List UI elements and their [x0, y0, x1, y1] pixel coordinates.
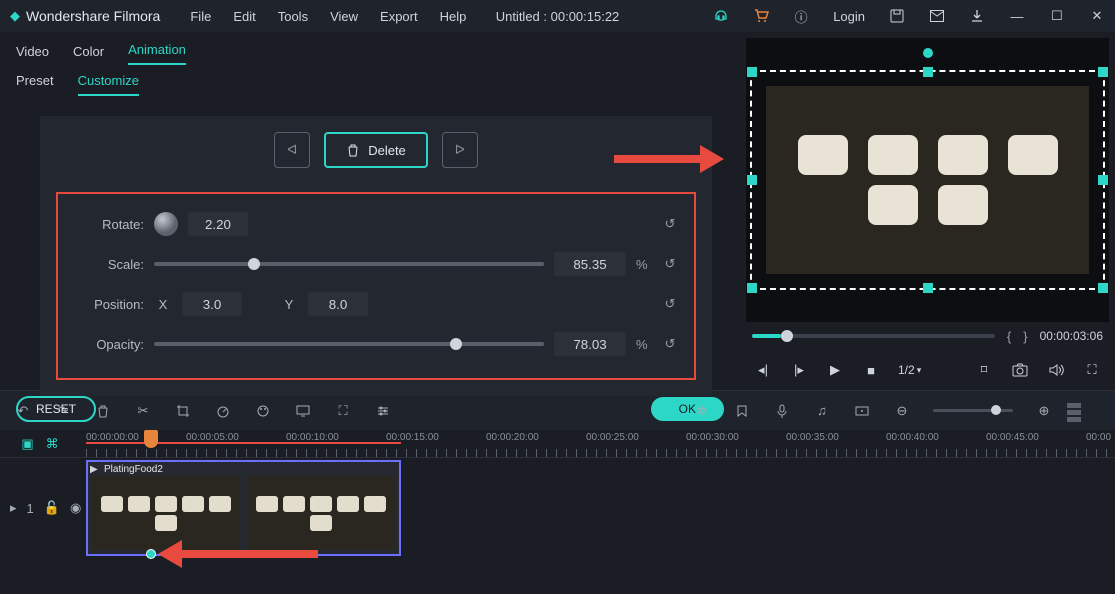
play-backward-icon[interactable]: |▸: [790, 361, 808, 379]
clip-type-icon: ▶: [90, 464, 98, 475]
opacity-reset-icon[interactable]: ↺: [660, 334, 680, 354]
percent-label-2: %: [636, 337, 650, 352]
marker-icon[interactable]: [853, 402, 871, 420]
magnet-icon[interactable]: ⌘: [46, 436, 59, 452]
timeline-ruler[interactable]: 00:00:00:00 00:00:05:00 00:00:10:00 00:0…: [86, 430, 1115, 457]
music-icon[interactable]: ♫: [813, 402, 831, 420]
preview-panel[interactable]: [746, 38, 1109, 322]
annotation-arrow-left: [158, 540, 318, 568]
rotate-input[interactable]: [188, 212, 248, 236]
track-lock-icon[interactable]: 🔓: [44, 500, 60, 516]
opacity-slider[interactable]: [154, 342, 544, 346]
tab-color[interactable]: Color: [73, 44, 104, 65]
expand-icon[interactable]: ⛶: [334, 402, 352, 420]
position-y-input[interactable]: [308, 292, 368, 316]
subtab-preset[interactable]: Preset: [16, 73, 54, 96]
scale-label: Scale:: [72, 257, 144, 272]
x-label: X: [154, 297, 172, 312]
color-icon[interactable]: [254, 402, 272, 420]
delete-button[interactable]: Delete: [324, 132, 428, 168]
brightness-icon[interactable]: ✲: [693, 402, 711, 420]
properties-highlight: Rotate: ↺ Scale: % ↺ Position: X: [56, 192, 696, 380]
track-size-icon[interactable]: [1067, 403, 1081, 423]
cart-icon[interactable]: [753, 8, 769, 24]
play-icon[interactable]: ▶: [826, 361, 844, 379]
menu-export[interactable]: Export: [380, 9, 418, 24]
rotate-knob[interactable]: [154, 212, 178, 236]
position-x-input[interactable]: [182, 292, 242, 316]
current-time: 00:00:03:06: [1040, 329, 1103, 343]
tab-video[interactable]: Video: [16, 44, 49, 65]
close-icon[interactable]: ✕: [1089, 8, 1105, 24]
transform-bounding-box[interactable]: [750, 70, 1105, 290]
progress-slider[interactable]: [752, 334, 995, 338]
rotate-reset-icon[interactable]: ↺: [660, 214, 680, 234]
position-label: Position:: [72, 297, 144, 312]
snapshot-icon[interactable]: [1011, 361, 1029, 379]
undo-icon[interactable]: ↶: [14, 402, 32, 420]
main-menu: File Edit Tools View Export Help: [190, 9, 466, 24]
zoom-slider[interactable]: [933, 409, 1013, 412]
rotate-label: Rotate:: [72, 217, 144, 232]
minimize-icon[interactable]: —: [1009, 8, 1025, 24]
scale-slider[interactable]: [154, 262, 544, 266]
redo-icon[interactable]: ↷: [54, 402, 72, 420]
subtab-customize[interactable]: Customize: [78, 73, 139, 96]
speed-icon[interactable]: [214, 402, 232, 420]
track-visibility-icon[interactable]: ▸: [10, 500, 17, 516]
keyframe-marker[interactable]: [146, 549, 156, 559]
settings-icon[interactable]: [374, 402, 392, 420]
mark-out-icon[interactable]: }: [1023, 329, 1027, 344]
login-link[interactable]: Login: [833, 9, 865, 24]
menu-edit[interactable]: Edit: [233, 9, 255, 24]
scale-input[interactable]: [554, 252, 626, 276]
track-eye-icon[interactable]: ◉: [70, 500, 81, 516]
tab-animation[interactable]: Animation: [128, 42, 186, 65]
menu-help[interactable]: Help: [440, 9, 467, 24]
annotation-arrow-right: [614, 145, 724, 173]
fullscreen-icon[interactable]: ⛶: [1083, 361, 1101, 379]
download-icon[interactable]: [969, 8, 985, 24]
menu-file[interactable]: File: [190, 9, 211, 24]
playhead[interactable]: [144, 430, 158, 448]
stop-icon[interactable]: ■: [862, 361, 880, 379]
percent-label: %: [636, 257, 650, 272]
cut-icon[interactable]: ✂: [134, 402, 152, 420]
screen-icon[interactable]: [294, 402, 312, 420]
menu-tools[interactable]: Tools: [278, 9, 308, 24]
app-logo: ◆: [10, 8, 20, 24]
scale-reset-icon[interactable]: ↺: [660, 254, 680, 274]
ok-button[interactable]: OK: [651, 397, 724, 421]
trash-icon[interactable]: [94, 402, 112, 420]
display-icon[interactable]: ⌑: [975, 361, 993, 379]
crop-icon[interactable]: [174, 402, 192, 420]
save-icon[interactable]: [889, 8, 905, 24]
next-keyframe-button[interactable]: ᐅ: [442, 132, 478, 168]
clip-name: PlatingFood2: [104, 464, 163, 475]
opacity-input[interactable]: [554, 332, 626, 356]
position-reset-icon[interactable]: ↺: [660, 294, 680, 314]
opacity-label: Opacity:: [72, 337, 144, 352]
support-icon[interactable]: [713, 8, 729, 24]
info-icon[interactable]: ⓘ: [793, 8, 809, 24]
menu-view[interactable]: View: [330, 9, 358, 24]
clip-range-indicator: [86, 442, 401, 444]
track-label: 1: [27, 501, 34, 516]
tag-icon[interactable]: [733, 402, 751, 420]
document-title: Untitled : 00:00:15:22: [496, 9, 620, 24]
maximize-icon[interactable]: ☐: [1049, 8, 1065, 24]
mic-icon[interactable]: [773, 402, 791, 420]
zoom-in-icon[interactable]: ⊕: [1035, 402, 1053, 420]
prev-keyframe-button[interactable]: ᐊ: [274, 132, 310, 168]
mark-in-icon[interactable]: {: [1007, 329, 1011, 344]
app-name: Wondershare Filmora: [26, 8, 160, 24]
zoom-out-icon[interactable]: ⊖: [893, 402, 911, 420]
y-label: Y: [280, 297, 298, 312]
timeline-options-icon[interactable]: ▣: [21, 436, 33, 452]
mail-icon[interactable]: [929, 8, 945, 24]
volume-icon[interactable]: [1047, 361, 1065, 379]
step-back-icon[interactable]: ◂|: [754, 361, 772, 379]
playback-speed[interactable]: 1/2 ▾: [898, 363, 921, 377]
